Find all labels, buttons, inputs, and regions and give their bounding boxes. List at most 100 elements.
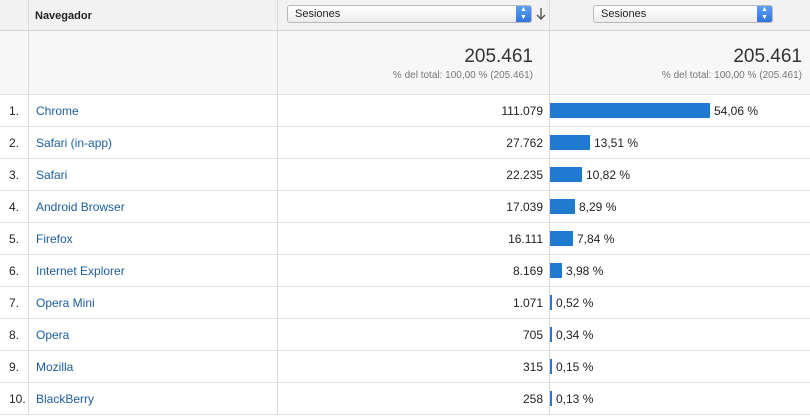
- row-index: 4.: [9, 200, 20, 214]
- share-bar: [550, 135, 590, 150]
- row-browser-cell: Internet Explorer: [29, 255, 278, 287]
- compare-metric-select[interactable]: Sesiones ▲ ▼: [593, 5, 773, 23]
- row-sessions-cell: 258: [278, 383, 550, 415]
- browser-link[interactable]: Opera: [29, 319, 277, 342]
- row-sessions-cell: 16.111: [278, 223, 550, 255]
- row-browser-cell: BlackBerry: [29, 383, 278, 415]
- row-browser-cell: Safari (in-app): [29, 127, 278, 159]
- row-index-cell: 9.: [0, 351, 29, 383]
- share-percent: 0,15 %: [556, 359, 594, 374]
- row-sessions-cell: 705: [278, 319, 550, 351]
- browser-link[interactable]: Firefox: [29, 223, 277, 246]
- row-index-cell: 1.: [0, 95, 29, 127]
- browser-link[interactable]: Safari: [29, 159, 277, 182]
- share-bar: [550, 263, 562, 278]
- browser-sessions-table: Navegador Sesiones ▲ ▼ Sesiones ▲ ▼ 205.46…: [0, 0, 810, 418]
- sessions-value: 315: [522, 360, 543, 374]
- row-index-cell: 6.: [0, 255, 29, 287]
- row-sessions-cell: 27.762: [278, 127, 550, 159]
- row-index: 6.: [9, 264, 20, 278]
- row-share-cell: 10,82 %: [550, 159, 810, 191]
- header-browser-cell[interactable]: Navegador: [29, 0, 278, 31]
- row-browser-cell: Opera Mini: [29, 287, 278, 319]
- row-share-cell: 0,34 %: [550, 319, 810, 351]
- share-bar: [550, 391, 552, 406]
- share-percent: 10,82 %: [586, 167, 631, 182]
- total-sessions-subtext: % del total: 100,00 % (205.461): [392, 70, 533, 81]
- share-bar: [550, 359, 552, 374]
- browser-link[interactable]: Chrome: [29, 95, 277, 118]
- row-share-cell: 8,29 %: [550, 191, 810, 223]
- row-index-cell: 2.: [0, 127, 29, 159]
- sessions-value: 1.071: [512, 296, 543, 310]
- row-index: 1.: [9, 104, 20, 118]
- row-sessions-cell: 111.079: [278, 95, 550, 127]
- row-index-cell: 10.: [0, 383, 29, 415]
- share-bar: [550, 295, 552, 310]
- row-share-cell: 7,84 %: [550, 223, 810, 255]
- sessions-value: 8.169: [512, 264, 543, 278]
- compare-select-label: Sesiones: [601, 8, 647, 20]
- share-percent: 8,29 %: [579, 199, 617, 214]
- share-bar: [550, 231, 573, 246]
- browser-link[interactable]: BlackBerry: [29, 383, 277, 406]
- metric-select[interactable]: Sesiones ▲ ▼: [287, 5, 532, 23]
- row-index: 5.: [9, 232, 20, 246]
- totals-compare-cell: 205.461 % del total: 100,00 % (205.461): [550, 31, 810, 95]
- row-index: 3.: [9, 168, 20, 182]
- row-index-cell: 8.: [0, 319, 29, 351]
- sessions-value: 705: [522, 328, 543, 342]
- row-index: 2.: [9, 136, 20, 150]
- row-browser-cell: Safari: [29, 159, 278, 191]
- share-percent: 13,51 %: [594, 135, 639, 150]
- sessions-value: 16.111: [508, 232, 543, 246]
- share-bar: [550, 167, 582, 182]
- sessions-value: 22.235: [506, 168, 543, 182]
- sessions-value: 258: [522, 392, 543, 406]
- header-index-cell: [0, 0, 29, 31]
- share-percent: 7,84 %: [577, 231, 615, 246]
- row-index: 7.: [9, 296, 20, 310]
- row-sessions-cell: 1.071: [278, 287, 550, 319]
- totals-sessions-cell: 205.461 % del total: 100,00 % (205.461): [278, 31, 550, 95]
- sessions-value: 111.079: [501, 104, 543, 118]
- share-bar: [550, 103, 710, 118]
- row-sessions-cell: 22.235: [278, 159, 550, 191]
- browser-link[interactable]: Android Browser: [29, 191, 277, 214]
- browser-link[interactable]: Safari (in-app): [29, 127, 277, 150]
- total-compare-subtext: % del total: 100,00 % (205.461): [661, 70, 802, 81]
- total-sessions-value: 205.461: [464, 46, 533, 67]
- row-index-cell: 5.: [0, 223, 29, 255]
- share-percent: 0,34 %: [556, 327, 594, 342]
- total-compare-value: 205.461: [733, 46, 802, 67]
- select-stepper-icon: ▲ ▼: [516, 6, 531, 22]
- metric-select-label: Sesiones: [295, 8, 341, 20]
- sessions-value: 17.039: [506, 200, 543, 214]
- share-bar: [550, 199, 575, 214]
- share-percent: 0,52 %: [556, 295, 594, 310]
- share-bar: [550, 327, 552, 342]
- sort-descending-icon[interactable]: [535, 6, 547, 22]
- row-share-cell: 0,13 %: [550, 383, 810, 415]
- row-browser-cell: Opera: [29, 319, 278, 351]
- row-browser-cell: Mozilla: [29, 351, 278, 383]
- row-sessions-cell: 315: [278, 351, 550, 383]
- browser-link[interactable]: Opera Mini: [29, 287, 277, 310]
- row-index: 8.: [9, 328, 20, 342]
- browser-link[interactable]: Internet Explorer: [29, 255, 277, 278]
- row-share-cell: 3,98 %: [550, 255, 810, 287]
- header-metric-cell: Sesiones ▲ ▼: [278, 0, 550, 31]
- row-share-cell: 13,51 %: [550, 127, 810, 159]
- share-percent: 0,13 %: [556, 391, 594, 406]
- share-percent: 54,06 %: [714, 103, 759, 118]
- row-index: 9.: [9, 360, 20, 374]
- row-index-cell: 4.: [0, 191, 29, 223]
- row-sessions-cell: 8.169: [278, 255, 550, 287]
- row-share-cell: 0,15 %: [550, 351, 810, 383]
- row-browser-cell: Android Browser: [29, 191, 278, 223]
- totals-browser-cell: [29, 31, 278, 95]
- browser-link[interactable]: Mozilla: [29, 351, 277, 374]
- header-compare-cell: Sesiones ▲ ▼: [550, 0, 810, 31]
- row-browser-cell: Firefox: [29, 223, 278, 255]
- browser-column-header[interactable]: Navegador: [29, 0, 277, 22]
